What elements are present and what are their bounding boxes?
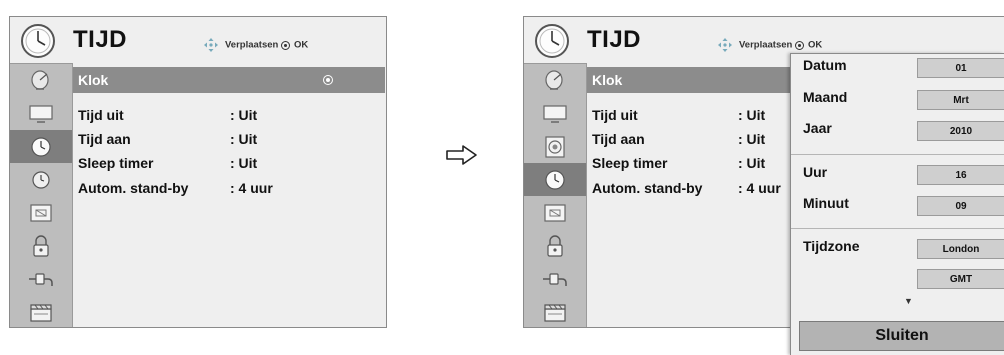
sidebar [10, 63, 73, 327]
close-button[interactable]: Sluiten [799, 321, 1004, 351]
radio-selected-icon [323, 75, 333, 85]
clock-icon [542, 169, 568, 191]
month-field: Maand Mrt [791, 86, 1004, 110]
date-field: Datum 01 [791, 54, 1004, 78]
sidebar-item-media[interactable] [10, 295, 72, 328]
sidebar [524, 63, 587, 327]
klok-label: Klok [592, 72, 623, 88]
menu-title: TIJD [73, 26, 128, 53]
hour-field: Uur 16 [791, 161, 1004, 185]
sidebar-item-time[interactable] [10, 130, 72, 163]
clock-icon [28, 136, 54, 158]
sidebar-item-media[interactable] [524, 295, 586, 328]
plug-icon [28, 268, 54, 290]
satellite-dish-icon [542, 70, 568, 92]
sidebar-item-satellite[interactable] [524, 64, 586, 97]
clock-icon [534, 23, 570, 59]
separator [791, 228, 1004, 229]
year-label: Jaar [803, 120, 832, 136]
monitor-icon [28, 103, 54, 125]
menu-header: TIJD Verplaatsen OK [10, 17, 386, 63]
sidebar-item-lock[interactable] [524, 229, 586, 262]
timezone-label: Tijdzone [803, 238, 860, 254]
hour-value[interactable]: 16 [917, 165, 1004, 185]
nav-arrows-icon [717, 37, 733, 53]
sidebar-item-audio[interactable] [524, 130, 586, 163]
clapper-icon [28, 301, 54, 323]
sidebar-item-picture[interactable] [524, 196, 586, 229]
clock-small-icon [28, 169, 54, 191]
menu-title: TIJD [587, 26, 642, 53]
navigation-hint: Verplaatsen OK [717, 37, 822, 53]
transition-arrow-icon [446, 145, 477, 165]
sidebar-item-clock[interactable] [10, 163, 72, 196]
lock-frame-icon [28, 202, 54, 224]
ok-hint-label: OK [807, 39, 823, 51]
navigation-hint: Verplaatsen OK [203, 37, 308, 53]
clapper-icon [542, 301, 568, 323]
nav-arrows-icon [203, 37, 219, 53]
year-value[interactable]: 2010 [917, 121, 1004, 141]
date-label: Datum [803, 57, 847, 73]
timezone-offset-value[interactable]: GMT [917, 269, 1004, 289]
sidebar-item-input[interactable] [524, 262, 586, 295]
sidebar-item-time[interactable] [524, 163, 586, 196]
speaker-icon [542, 136, 568, 158]
ok-icon [794, 40, 804, 50]
sidebar-item-monitor[interactable] [10, 97, 72, 130]
lock-frame-icon [542, 202, 568, 224]
padlock-icon [28, 235, 54, 257]
minute-label: Minuut [803, 195, 849, 211]
date-value[interactable]: 01 [917, 58, 1004, 78]
clock-settings-popup: Datum 01 Maand Mrt Jaar 2010 Uur 16 Minu… [790, 53, 1004, 355]
scroll-down-icon[interactable]: ▼ [904, 296, 913, 306]
clock-icon [20, 23, 56, 59]
timezone-offset-field: GMT [791, 265, 1004, 289]
month-label: Maand [803, 89, 848, 105]
klok-label: Klok [78, 72, 109, 88]
sidebar-item-picture[interactable] [10, 196, 72, 229]
padlock-icon [542, 235, 568, 257]
tijd-menu-left: TIJD Verplaatsen OK Klok Tijd uit: Uit T… [9, 16, 387, 328]
month-value[interactable]: Mrt [917, 90, 1004, 110]
sidebar-item-monitor[interactable] [524, 97, 586, 130]
move-hint-label: Verplaatsen [739, 39, 793, 51]
minute-value[interactable]: 09 [917, 196, 1004, 216]
year-field: Jaar 2010 [791, 117, 1004, 141]
menu-content: Klok Tijd uit: Uit Tijd aan: Uit Sleep t… [73, 63, 386, 327]
minute-field: Minuut 09 [791, 192, 1004, 216]
sidebar-item-lock[interactable] [10, 229, 72, 262]
timezone-field: Tijdzone London [791, 235, 1004, 259]
plug-icon [542, 268, 568, 290]
ok-hint-label: OK [293, 39, 309, 51]
timezone-value[interactable]: London [917, 239, 1004, 259]
sidebar-item-input[interactable] [10, 262, 72, 295]
klok-item[interactable]: Klok [73, 67, 385, 93]
separator [791, 154, 1004, 155]
move-hint-label: Verplaatsen [225, 39, 279, 51]
hour-label: Uur [803, 164, 828, 180]
ok-icon [280, 40, 290, 50]
satellite-dish-icon [28, 70, 54, 92]
monitor-icon [542, 103, 568, 125]
sidebar-item-satellite[interactable] [10, 64, 72, 97]
